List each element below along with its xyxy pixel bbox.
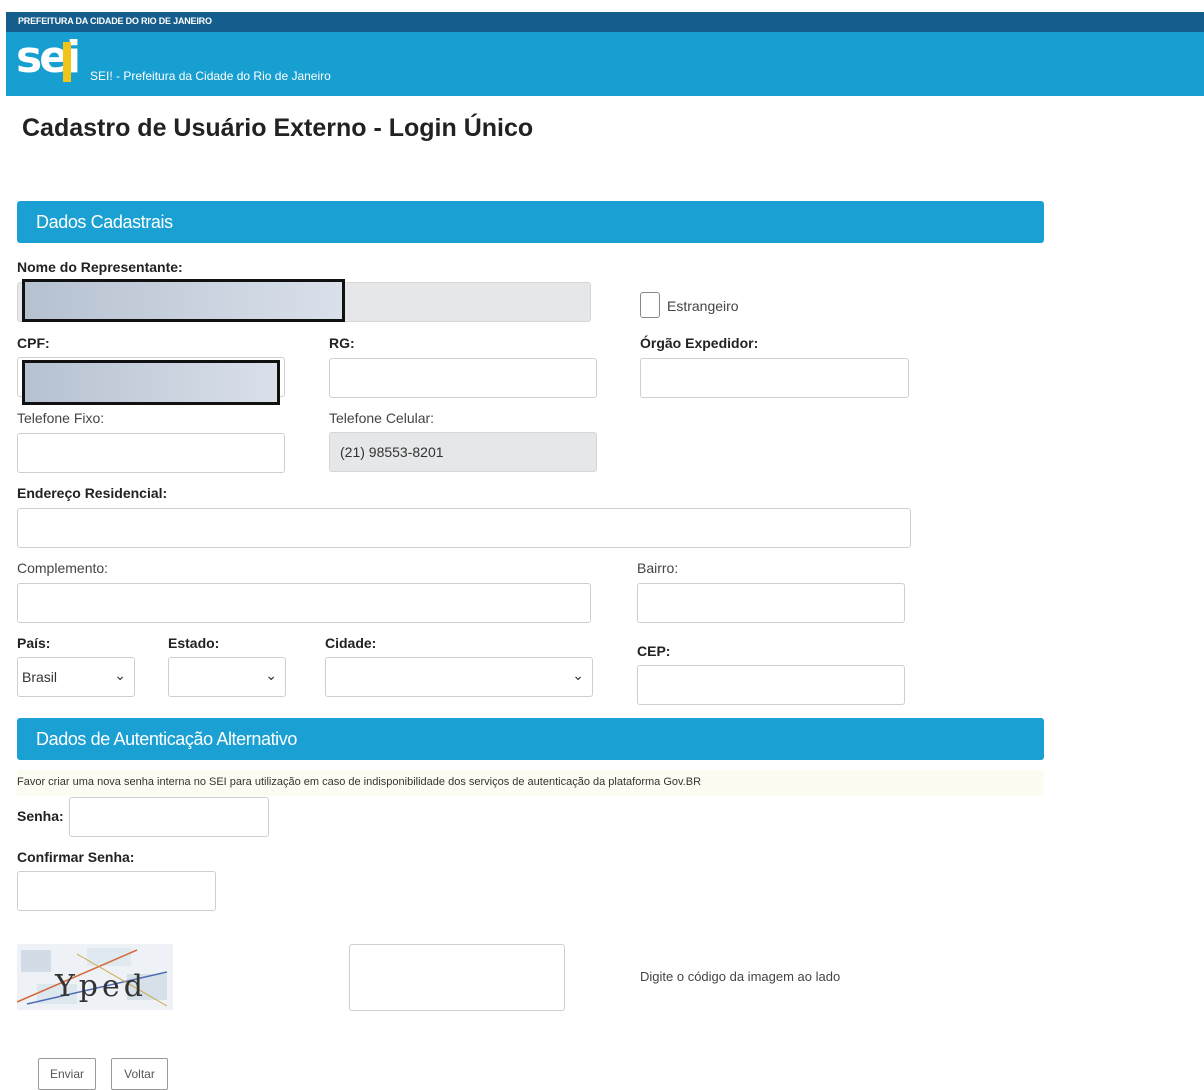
confirmar-senha-label: Confirmar Senha:: [17, 849, 135, 865]
estrangeiro-checkbox[interactable]: [640, 292, 660, 318]
redacted-cpf: [22, 360, 280, 405]
captcha-input[interactable]: [349, 944, 565, 1011]
telefone-fixo-label: Telefone Fixo:: [17, 410, 105, 426]
pais-value: Brasil: [22, 669, 58, 685]
cidade-select[interactable]: ⌄: [325, 657, 593, 697]
enviar-button[interactable]: Enviar: [38, 1058, 96, 1090]
rg-input[interactable]: [329, 358, 597, 398]
captcha-image: Yped: [17, 944, 173, 1010]
captcha-text: Yped: [54, 969, 147, 1004]
estado-select[interactable]: ⌄: [168, 657, 286, 697]
pais-select[interactable]: Brasil ⌄: [17, 657, 135, 697]
chevron-down-icon: ⌄: [572, 667, 584, 683]
rg-label: RG:: [329, 335, 355, 351]
bairro-input[interactable]: [637, 583, 905, 623]
complemento-label: Complemento:: [17, 560, 109, 576]
telefone-celular-label: Telefone Celular:: [329, 410, 435, 426]
chevron-down-icon: ⌄: [265, 667, 277, 683]
cep-label: CEP:: [637, 643, 671, 659]
orgao-expedidor-input[interactable]: [640, 358, 909, 398]
endereco-input[interactable]: [17, 508, 911, 548]
estrangeiro-label: Estrangeiro: [667, 298, 739, 314]
page-title: Cadastro de Usuário Externo - Login Únic…: [22, 114, 534, 142]
telefone-celular-input[interactable]: (21) 98553-8201: [329, 432, 597, 472]
redacted-name: [22, 279, 345, 322]
telefone-celular-value: (21) 98553-8201: [340, 444, 444, 460]
senha-input[interactable]: [69, 797, 269, 837]
cpf-label: CPF:: [17, 335, 50, 351]
org-name: PREFEITURA DA CIDADE DO RIO DE JANEIRO: [18, 16, 212, 26]
nome-label: Nome do Representante:: [17, 259, 183, 275]
section-title: Dados de Autenticação Alternativo: [36, 729, 297, 749]
pais-label: País:: [17, 635, 51, 651]
cidade-label: Cidade:: [325, 635, 377, 651]
voltar-button[interactable]: Voltar: [111, 1058, 168, 1090]
top-bar: PREFEITURA DA CIDADE DO RIO DE JANEIRO: [6, 12, 1204, 32]
chevron-down-icon: ⌄: [114, 667, 126, 683]
auth-note: Favor criar uma nova senha interna no SE…: [17, 776, 702, 788]
app-title: SEI! - Prefeitura da Cidade do Rio de Ja…: [90, 69, 331, 83]
endereco-label: Endereço Residencial:: [17, 485, 168, 501]
cep-input[interactable]: [637, 665, 905, 705]
confirmar-senha-input[interactable]: [17, 871, 216, 911]
section-title: Dados Cadastrais: [36, 212, 173, 232]
section-dados-cadastrais: Dados Cadastrais: [17, 201, 1044, 243]
senha-label: Senha:: [17, 808, 64, 824]
app-header: sei SEI! - Prefeitura da Cidade do Rio d…: [6, 32, 1204, 96]
bairro-label: Bairro:: [637, 560, 679, 576]
orgao-expedidor-label: Órgão Expedidor:: [640, 335, 759, 351]
telefone-fixo-input[interactable]: [17, 433, 285, 473]
logo-accent-icon: [63, 42, 71, 82]
section-autenticacao: Dados de Autenticação Alternativo: [17, 718, 1044, 760]
estado-label: Estado:: [168, 635, 220, 651]
sei-logo[interactable]: sei: [16, 32, 81, 92]
captcha-hint: Digite o código da imagem ao lado: [640, 969, 841, 984]
complemento-input[interactable]: [17, 583, 591, 623]
